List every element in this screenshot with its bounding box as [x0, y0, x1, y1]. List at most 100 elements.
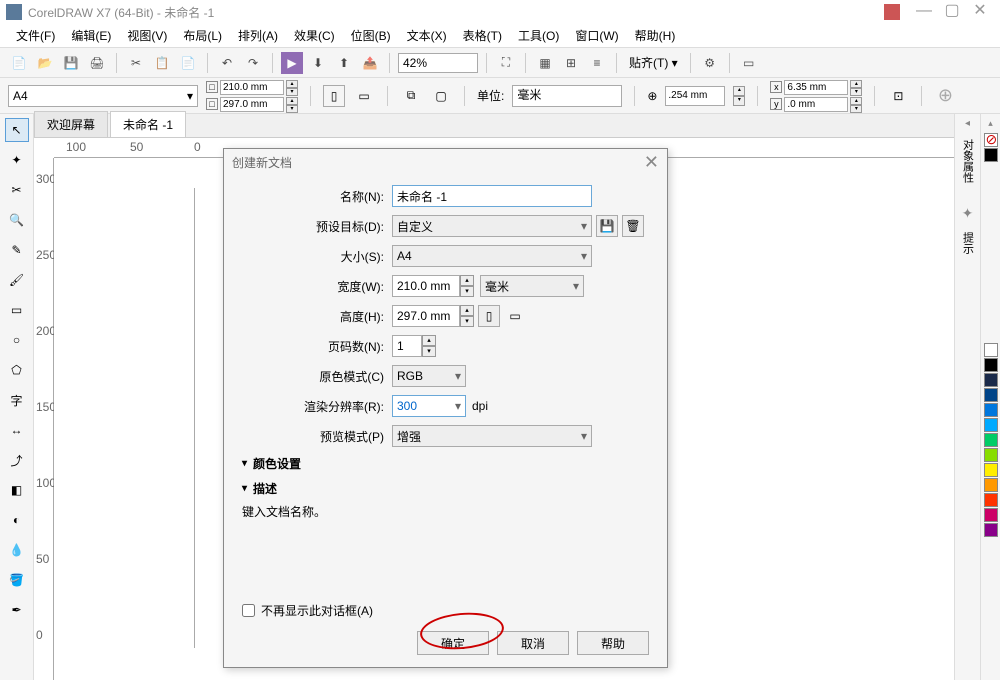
zoom-tool-icon[interactable]: 🔍: [5, 208, 29, 232]
preview-select[interactable]: 增强: [392, 425, 592, 447]
pick-tool-icon[interactable]: ↖: [5, 118, 29, 142]
menu-layout[interactable]: 布局(L): [175, 25, 230, 46]
treat-as-filled-icon[interactable]: ⊡: [887, 85, 909, 107]
nudge-input[interactable]: [665, 86, 725, 106]
text-tool-icon[interactable]: 字: [5, 388, 29, 412]
close-button[interactable]: ✕: [966, 2, 994, 22]
swatch[interactable]: [984, 388, 998, 402]
palette-up-icon[interactable]: ▴: [988, 118, 993, 129]
width-unit-select[interactable]: 毫米: [480, 275, 584, 297]
save-preset-icon[interactable]: 💾: [596, 215, 618, 237]
dont-show-checkbox[interactable]: [242, 604, 255, 617]
delete-preset-icon[interactable]: 🗑: [622, 215, 644, 237]
pages-input[interactable]: [392, 335, 422, 357]
description-section[interactable]: 描述: [242, 480, 649, 497]
cut-icon[interactable]: ✂: [125, 52, 147, 74]
maximize-button[interactable]: ▢: [938, 2, 966, 22]
menu-effects[interactable]: 效果(C): [286, 25, 343, 46]
swatch[interactable]: [984, 418, 998, 432]
tab-welcome[interactable]: 欢迎屏幕: [34, 111, 108, 137]
color-settings-section[interactable]: 颜色设置: [242, 455, 649, 472]
resolution-select[interactable]: 300: [392, 395, 466, 417]
artistic-media-icon[interactable]: 🖌: [5, 268, 29, 292]
fullscreen-icon[interactable]: ⛶: [495, 52, 517, 74]
width-spin[interactable]: ▴▾: [460, 275, 474, 297]
height-spin[interactable]: ▴▾: [460, 305, 474, 327]
orient-landscape-icon[interactable]: ▭: [504, 305, 526, 327]
ok-button[interactable]: 确定: [417, 631, 489, 655]
menu-text[interactable]: 文本(X): [399, 25, 455, 46]
publish-icon[interactable]: 📤: [359, 52, 381, 74]
drop-shadow-icon[interactable]: ◧: [5, 478, 29, 502]
menu-edit[interactable]: 编辑(E): [63, 25, 119, 46]
page-size-select[interactable]: A4▾: [8, 85, 198, 107]
swatch[interactable]: [984, 493, 998, 507]
swatch[interactable]: [984, 343, 998, 357]
width-spinner[interactable]: ▴▾: [286, 80, 298, 95]
redo-icon[interactable]: ↷: [242, 52, 264, 74]
expand-docker-icon[interactable]: ◂: [965, 118, 970, 129]
connector-tool-icon[interactable]: ⤴: [5, 448, 29, 472]
swatch-none[interactable]: ⊘: [984, 133, 998, 147]
shape-tool-icon[interactable]: ✦: [5, 148, 29, 172]
polygon-tool-icon[interactable]: ⬠: [5, 358, 29, 382]
menu-arrange[interactable]: 排列(A): [230, 25, 286, 46]
preset-select[interactable]: 自定义: [392, 215, 592, 237]
current-page-icon[interactable]: ▢: [430, 85, 452, 107]
help-button[interactable]: 帮助: [577, 631, 649, 655]
all-pages-icon[interactable]: ⧉: [400, 85, 422, 107]
open-icon[interactable]: 📂: [34, 52, 56, 74]
hints-icon[interactable]: ✦: [962, 205, 974, 222]
rectangle-tool-icon[interactable]: ▭: [5, 298, 29, 322]
zoom-select[interactable]: [398, 53, 478, 73]
swatch[interactable]: [984, 523, 998, 537]
print-icon[interactable]: 🖨: [86, 52, 108, 74]
ruler-icon[interactable]: ▦: [534, 52, 556, 74]
user-icon[interactable]: [884, 4, 900, 20]
unit-select[interactable]: 毫米: [512, 85, 622, 107]
name-input[interactable]: [392, 185, 592, 207]
guide-icon[interactable]: ≡: [586, 52, 608, 74]
dup-y-input[interactable]: [784, 97, 848, 112]
width-input[interactable]: [392, 275, 460, 297]
options-icon[interactable]: ⚙: [699, 52, 721, 74]
new-icon[interactable]: 📄: [8, 52, 30, 74]
swatch[interactable]: [984, 403, 998, 417]
eyedropper-icon[interactable]: 💧: [5, 538, 29, 562]
portrait-icon[interactable]: ▯: [323, 85, 345, 107]
size-select[interactable]: A4: [392, 245, 592, 267]
docker-hints[interactable]: 提示: [958, 226, 978, 260]
export-icon[interactable]: ⬆: [333, 52, 355, 74]
menu-file[interactable]: 文件(F): [8, 25, 63, 46]
add-icon[interactable]: ⊕: [934, 85, 956, 107]
parallel-dim-icon[interactable]: ↔: [5, 418, 29, 442]
swatch[interactable]: [984, 433, 998, 447]
height-spinner[interactable]: ▴▾: [286, 97, 298, 112]
swatch[interactable]: [984, 508, 998, 522]
docker-object-properties[interactable]: 对象属性: [958, 133, 978, 189]
menu-bitmap[interactable]: 位图(B): [343, 25, 399, 46]
swatch[interactable]: [984, 373, 998, 387]
save-icon[interactable]: 💾: [60, 52, 82, 74]
grid-icon[interactable]: ⊞: [560, 52, 582, 74]
launcher-icon[interactable]: ▭: [738, 52, 760, 74]
colormode-select[interactable]: RGB: [392, 365, 466, 387]
paste-icon[interactable]: 📄: [177, 52, 199, 74]
landscape-icon[interactable]: ▭: [353, 85, 375, 107]
swatch[interactable]: [984, 358, 998, 372]
swatch[interactable]: [984, 463, 998, 477]
crop-tool-icon[interactable]: ✂: [5, 178, 29, 202]
outline-tool-icon[interactable]: ✒: [5, 598, 29, 622]
freehand-tool-icon[interactable]: ✎: [5, 238, 29, 262]
search-icon[interactable]: ▶: [281, 52, 303, 74]
menu-tools[interactable]: 工具(O): [510, 25, 567, 46]
import-icon[interactable]: ⬇: [307, 52, 329, 74]
page-height-input[interactable]: [220, 97, 284, 112]
menu-help[interactable]: 帮助(H): [627, 25, 684, 46]
ruler-vertical[interactable]: 300 250 200 150 100 50 0: [34, 158, 54, 680]
tab-document[interactable]: 未命名 -1: [110, 111, 186, 137]
transparency-icon[interactable]: ◐: [5, 508, 29, 532]
menu-table[interactable]: 表格(T): [455, 25, 510, 46]
menu-view[interactable]: 视图(V): [119, 25, 175, 46]
height-input[interactable]: [392, 305, 460, 327]
